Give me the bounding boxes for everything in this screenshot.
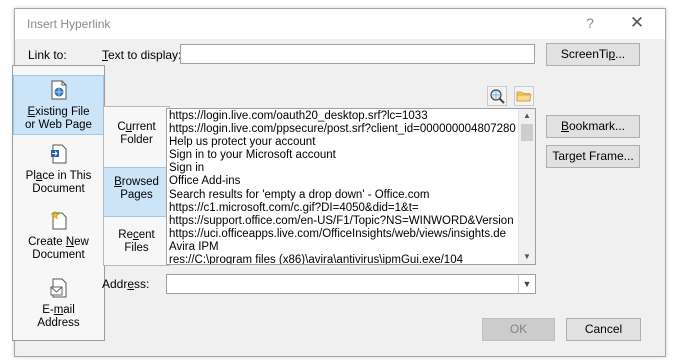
browsed-pages-line1: Browsed xyxy=(114,176,159,188)
list-item[interactable]: https://login.live.com/ppsecure/post.srf… xyxy=(169,123,519,136)
address-label: Address: xyxy=(102,277,150,291)
target-frame-button[interactable]: Target Frame... xyxy=(546,145,640,168)
list-item[interactable]: Office Add-ins xyxy=(169,175,519,188)
cancel-button[interactable]: Cancel xyxy=(566,318,641,341)
ok-button[interactable]: OK xyxy=(482,318,555,341)
list-item[interactable]: https://uci.officeapps.live.com/OfficeIn… xyxy=(169,228,519,241)
link-to-label: Link to: xyxy=(28,48,67,62)
place-in-document-icon xyxy=(13,144,104,168)
current-folder-line2: Folder xyxy=(120,134,153,146)
link-new-line1: Create New xyxy=(28,236,89,248)
list-item[interactable]: https://login.live.com/oauth20_desktop.s… xyxy=(169,110,519,123)
dialog-title: Insert Hyperlink xyxy=(27,17,111,31)
link-place-in-this-document[interactable]: Place in This Document xyxy=(13,144,104,202)
chevron-down-icon[interactable]: ▼ xyxy=(518,275,535,293)
browsed-pages-items: https://login.live.com/oauth20_desktop.s… xyxy=(169,110,519,264)
address-combobox[interactable]: ▼ xyxy=(166,274,536,294)
close-button[interactable]: ✕ xyxy=(629,14,645,32)
list-item[interactable]: Search results for 'empty a drop down' -… xyxy=(169,189,519,202)
current-folder-line1: Current xyxy=(117,121,156,133)
link-new-line2: Document xyxy=(32,249,85,261)
scroll-thumb[interactable] xyxy=(521,124,533,141)
look-in-browsed-pages[interactable]: Browsed Pages xyxy=(104,167,169,217)
list-item[interactable]: Sign in xyxy=(169,162,519,175)
link-email-address[interactable]: E-mail Address xyxy=(13,278,104,336)
link-create-new-document[interactable]: Create New Document xyxy=(13,210,104,268)
link-existing-line2: or Web Page xyxy=(25,119,92,131)
browse-the-web-button[interactable] xyxy=(487,86,507,106)
list-item[interactable]: res://C:\program files (x86)\avira\antiv… xyxy=(169,254,519,264)
list-scrollbar[interactable]: ▲ ▼ xyxy=(518,109,535,264)
folder-icon xyxy=(516,91,532,102)
browsed-pages-line2: Pages xyxy=(120,189,153,201)
text-to-display-input[interactable] xyxy=(180,44,535,64)
link-email-line1: E-mail xyxy=(42,304,75,316)
link-existing-line1: Existing File xyxy=(27,106,90,118)
screentip-button[interactable]: ScreenTip... xyxy=(546,43,640,66)
help-button[interactable]: ? xyxy=(583,15,597,33)
title-bar: Insert Hyperlink ? ✕ xyxy=(15,9,665,39)
browsed-pages-list[interactable]: https://login.live.com/oauth20_desktop.s… xyxy=(166,108,536,265)
recent-files-line1: Recent xyxy=(118,229,155,241)
link-place-line2: Document xyxy=(32,183,85,195)
scroll-down-arrow-icon[interactable]: ▼ xyxy=(519,250,535,264)
list-item[interactable]: https://support.office.com/en-US/F1/Topi… xyxy=(169,215,519,228)
link-to-bar: Existing File or Web Page Place in This … xyxy=(12,65,105,341)
list-item[interactable]: Sign in to your Microsoft account xyxy=(169,149,519,162)
text-to-display-label: Text to display: xyxy=(102,48,182,62)
link-place-line1: Place in This xyxy=(25,170,92,182)
bookmark-button[interactable]: Bookmark... xyxy=(546,115,640,138)
new-document-icon xyxy=(13,210,104,234)
look-in-recent-files[interactable]: Recent Files xyxy=(104,229,169,265)
recent-files-line2: Files xyxy=(124,242,149,254)
web-page-icon xyxy=(14,80,103,104)
link-existing-file-or-web-page[interactable]: Existing File or Web Page xyxy=(13,75,104,135)
email-address-icon xyxy=(13,278,104,302)
link-email-line2: Address xyxy=(37,317,80,329)
browse-for-file-button[interactable] xyxy=(514,86,534,106)
list-item[interactable]: https://c1.microsoft.com/c.gif?DI=4050&d… xyxy=(169,202,519,215)
look-in-bar: Current Folder Browsed Pages Recent File… xyxy=(103,106,170,266)
list-item[interactable]: Avira IPM xyxy=(169,241,519,254)
list-item[interactable]: Help us protect your account xyxy=(169,136,519,149)
browse-web-icon xyxy=(490,89,505,104)
look-in-current-folder[interactable]: Current Folder xyxy=(104,121,169,161)
scroll-up-arrow-icon[interactable]: ▲ xyxy=(519,109,535,123)
